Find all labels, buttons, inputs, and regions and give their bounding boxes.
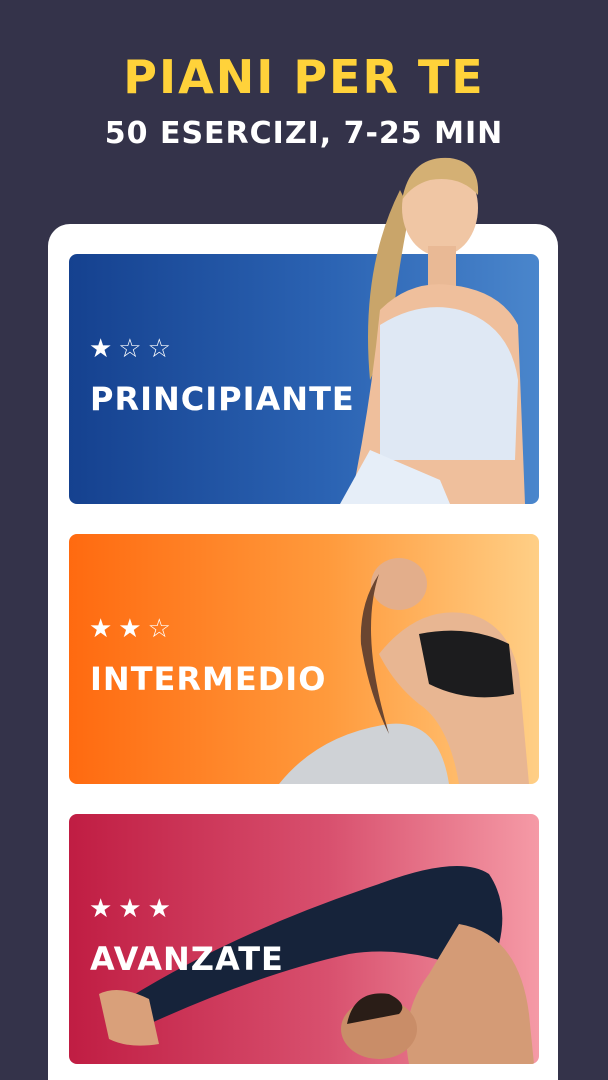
- plan-title-advanced: AVANZATE: [90, 940, 284, 978]
- page-subtitle: 50 ESERCIZI, 7-25 MIN: [104, 116, 504, 151]
- man-plow-pose-illustration: [99, 866, 534, 1064]
- difficulty-stars-icon: ★★★: [89, 894, 177, 924]
- plan-card-advanced[interactable]: ★★★ AVANZATE: [69, 814, 539, 1064]
- woman-illustration: [340, 157, 525, 504]
- difficulty-stars-icon: ★☆☆: [89, 334, 177, 364]
- plan-title-beginner: PRINCIPIANTE: [90, 380, 355, 418]
- difficulty-stars-icon: ★★☆: [89, 614, 177, 644]
- plan-title-intermediate: INTERMEDIO: [90, 660, 327, 698]
- woman-backbend-illustration: [279, 558, 529, 784]
- plan-card-intermediate[interactable]: ★★☆ INTERMEDIO: [69, 534, 539, 784]
- page-title: PIANI PER TE: [123, 50, 485, 104]
